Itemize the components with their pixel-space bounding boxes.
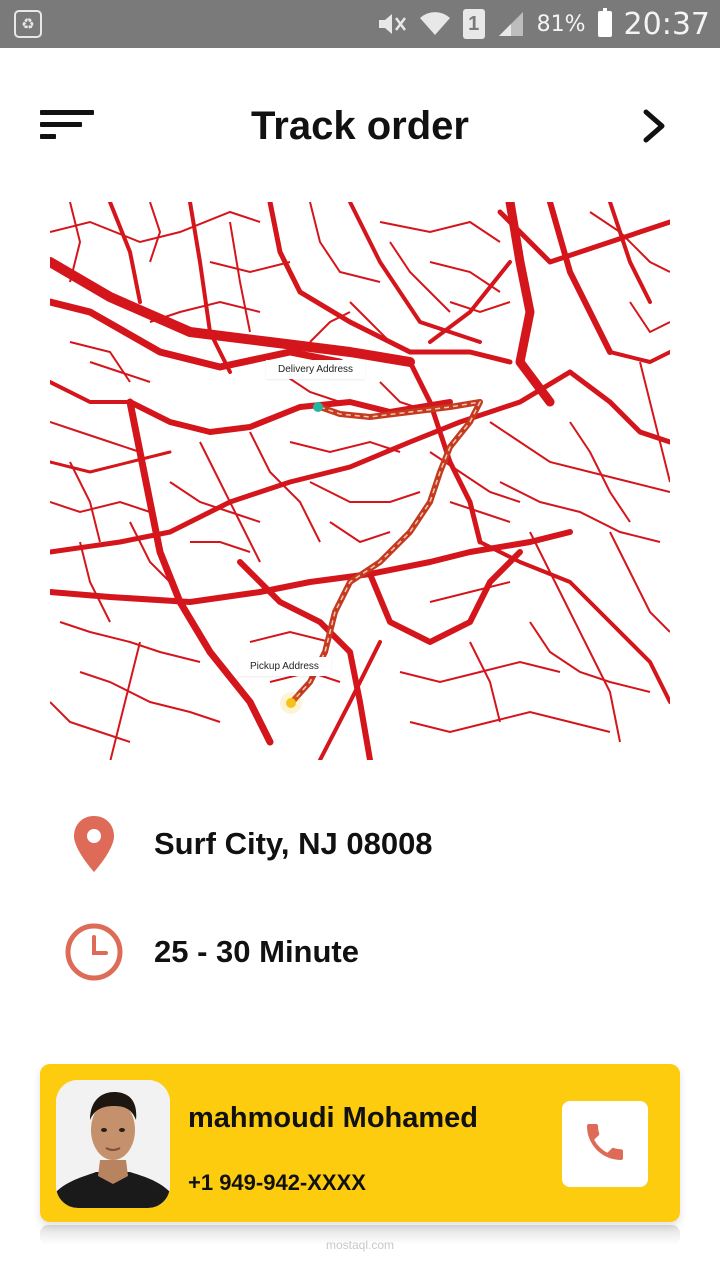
recycle-icon: ♻ <box>14 10 42 38</box>
chevron-right-icon[interactable] <box>636 106 672 146</box>
eta-row: 25 - 30 Minute <box>64 922 359 982</box>
battery-percent: 81% <box>536 11 586 37</box>
mute-icon <box>377 10 407 38</box>
route-map[interactable]: Delivery Address Pickup Address <box>50 202 670 760</box>
status-bar-right: 1 81% 20:37 <box>377 0 710 48</box>
clock-icon <box>64 922 124 982</box>
pickup-pin-icon[interactable] <box>286 698 296 708</box>
clock-time: 20:37 <box>623 6 710 42</box>
sim-icon: 1 <box>462 9 485 39</box>
phone-icon <box>581 1118 629 1171</box>
map-roads <box>50 202 670 760</box>
call-button[interactable] <box>562 1101 648 1187</box>
delivery-address-text: Surf City, NJ 08008 <box>154 826 433 861</box>
pickup-address-label: Pickup Address <box>238 657 331 676</box>
signal-icon <box>497 10 525 38</box>
delivery-pin-icon[interactable] <box>313 402 323 412</box>
address-row: Surf City, NJ 08008 <box>64 814 433 874</box>
watermark: mostaql.com <box>325 1238 395 1252</box>
eta-text: 25 - 30 Minute <box>154 934 359 969</box>
location-pin-icon <box>64 814 124 874</box>
driver-phone: +1 949-942-XXXX <box>188 1170 366 1195</box>
status-bar: ♻ 1 81% 20:37 <box>0 0 720 48</box>
wifi-icon <box>419 10 451 38</box>
header: Track order <box>0 48 720 204</box>
delivery-address-label: Delivery Address <box>266 360 366 379</box>
battery-icon <box>597 8 612 37</box>
page-title: Track order <box>251 104 469 148</box>
avatar <box>56 1080 170 1208</box>
driver-card: mahmoudi Mohamed +1 949-942-XXXX <box>40 1064 680 1222</box>
driver-name: mahmoudi Mohamed <box>188 1102 479 1134</box>
